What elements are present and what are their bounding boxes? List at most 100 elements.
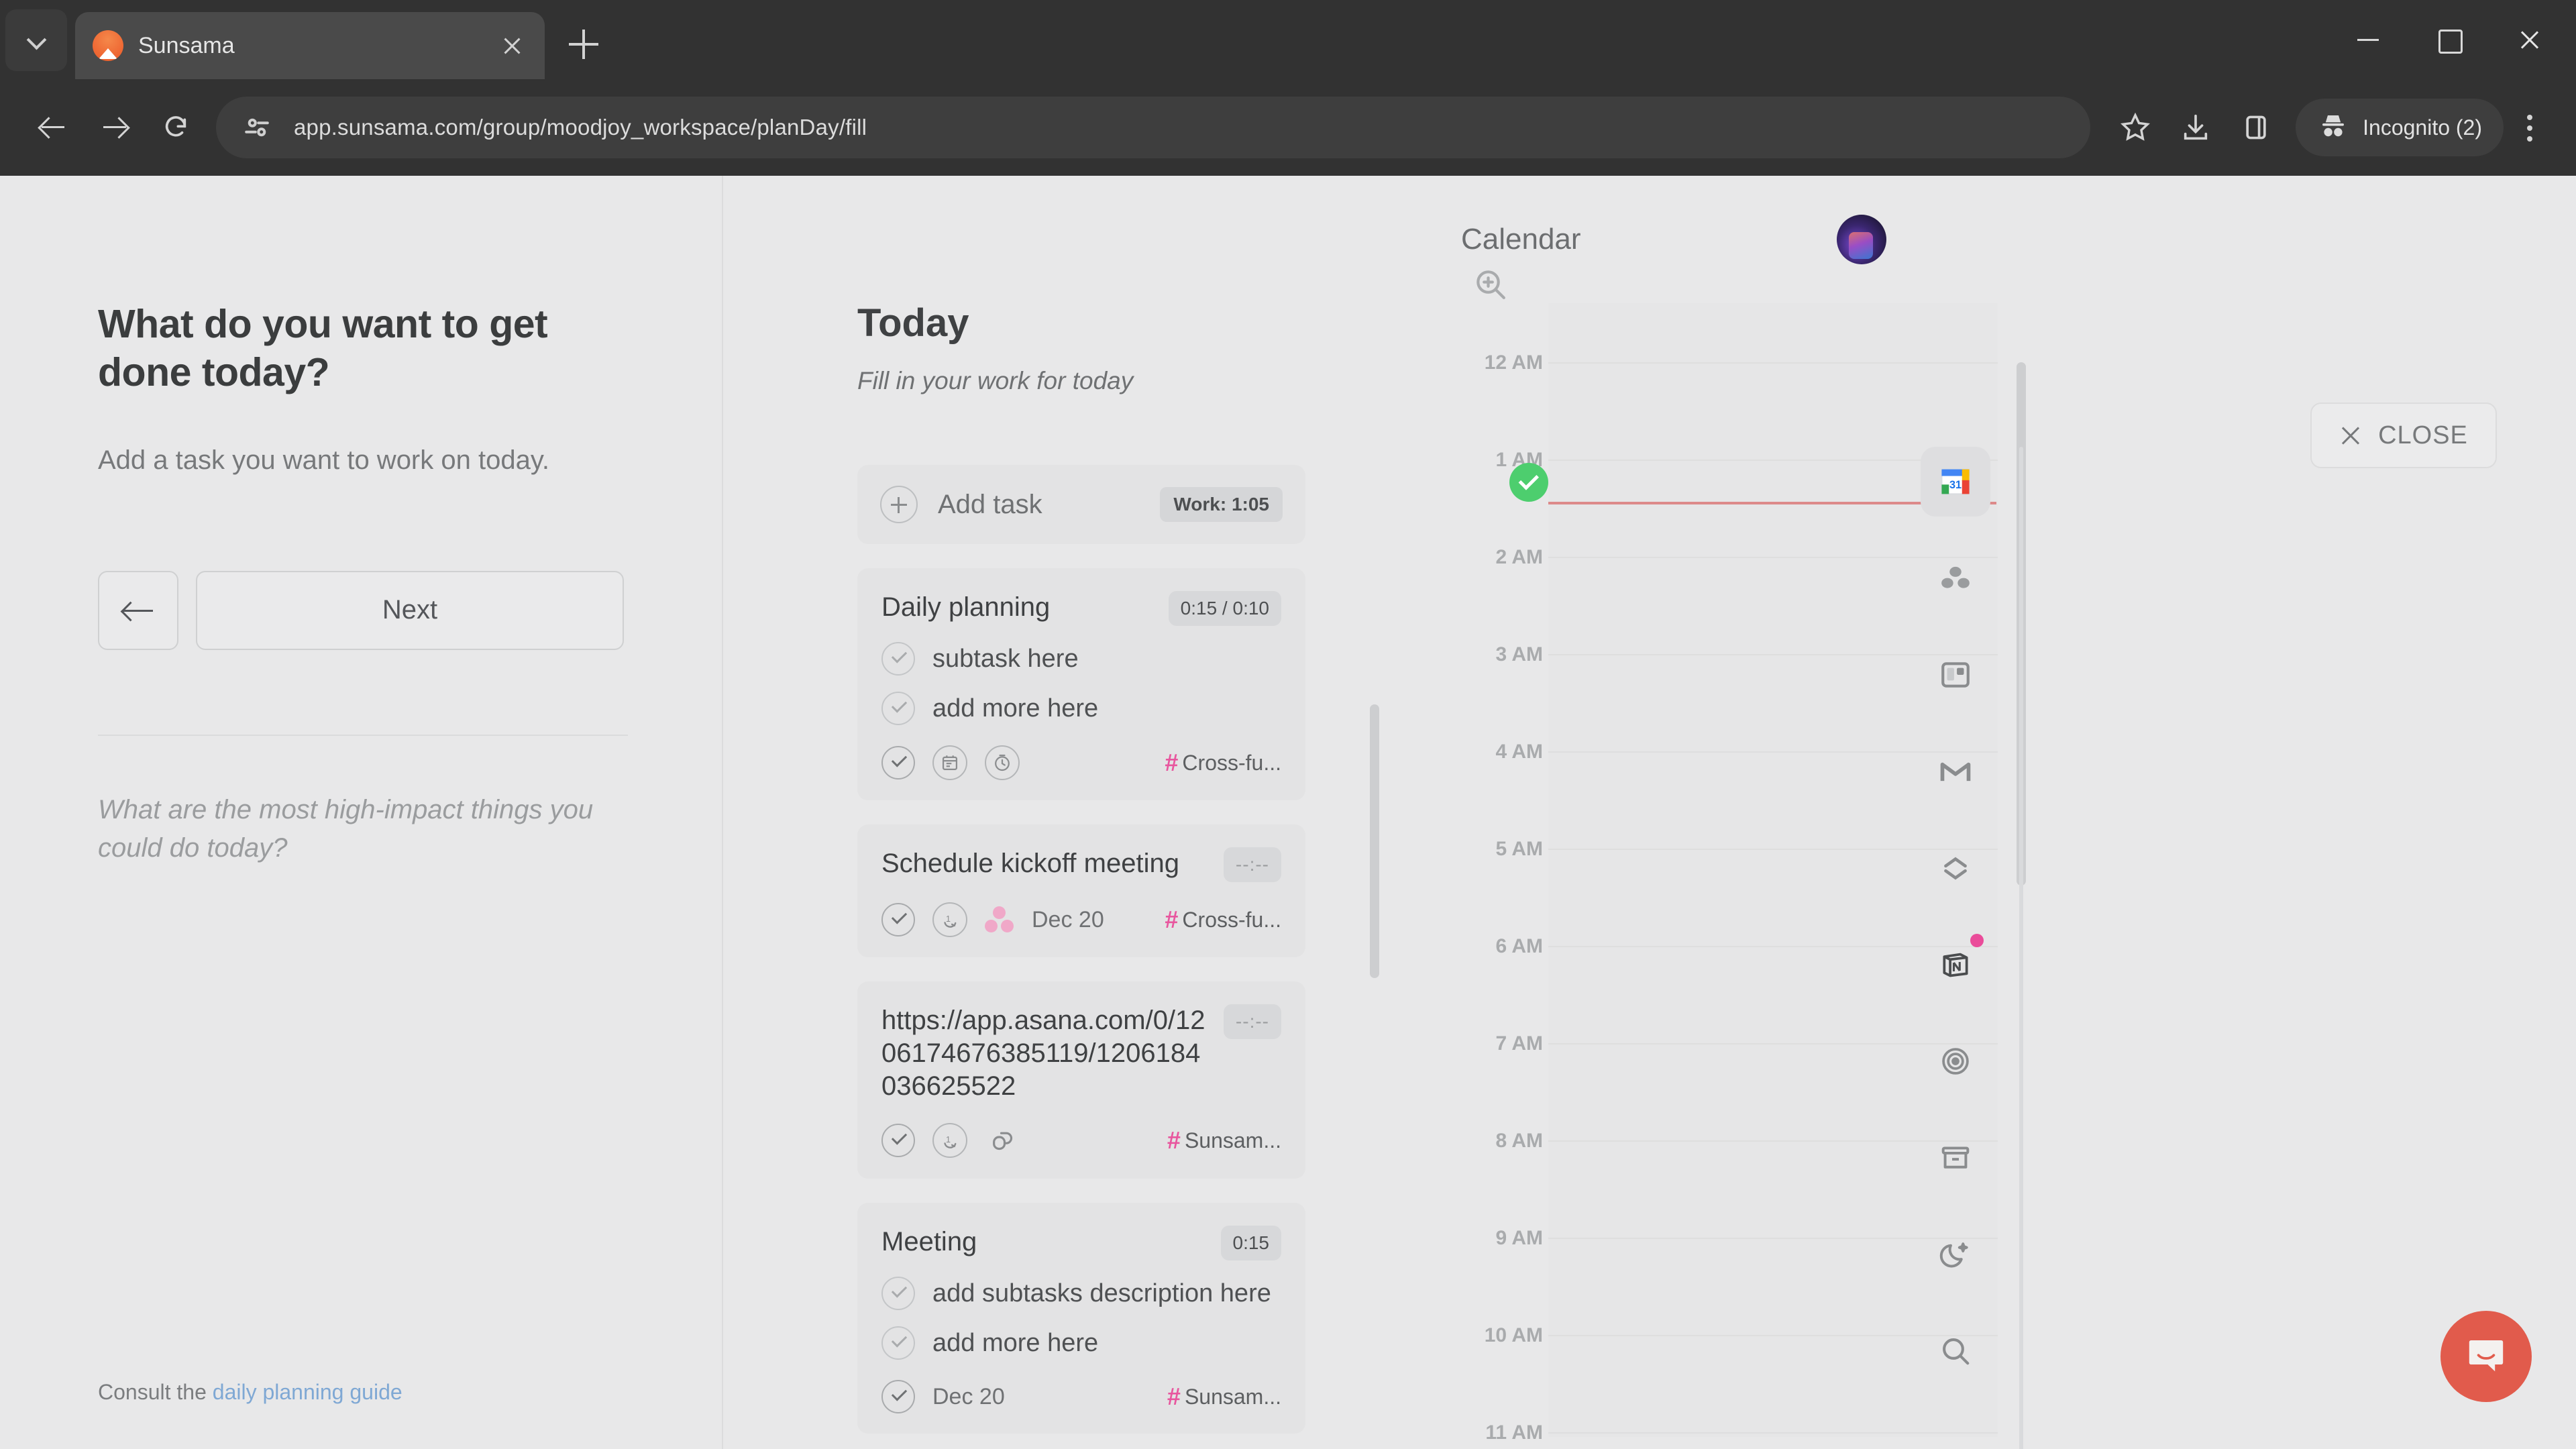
forward-arrow-icon[interactable] <box>85 98 144 157</box>
tasks-panel: Today Fill in your work for today Add ta… <box>723 176 1407 1449</box>
task-time-badge: 0:15 <box>1220 1226 1281 1261</box>
check-circle-icon[interactable] <box>881 642 915 676</box>
window-close-icon[interactable] <box>2489 0 2569 79</box>
task-tag[interactable]: # Sunsam... <box>1167 1126 1281 1155</box>
check-circle-icon[interactable] <box>881 1380 915 1414</box>
svg-text:1: 1 <box>946 914 951 924</box>
back-arrow-icon <box>122 601 154 620</box>
close-button[interactable]: CLOSE <box>2310 402 2497 468</box>
check-circle-icon[interactable] <box>881 1124 915 1158</box>
close-icon <box>2339 424 2362 447</box>
link-icon[interactable] <box>985 1122 1021 1159</box>
close-icon[interactable] <box>496 30 527 61</box>
notion-icon[interactable] <box>1921 930 1990 1000</box>
check-circle-icon[interactable] <box>881 903 915 936</box>
svg-text:1: 1 <box>946 1136 951 1145</box>
site-settings-icon[interactable] <box>239 109 275 146</box>
task-card[interactable]: Meeting 0:15 add subtasks description he… <box>857 1203 1305 1434</box>
gmail-icon[interactable] <box>1921 737 1990 806</box>
task-title: https://app.asana.com/0/1206174676385119… <box>881 1006 1205 1101</box>
trello-icon[interactable] <box>1921 640 1990 710</box>
task-tag[interactable]: # Sunsam... <box>1167 1383 1281 1411</box>
intercom-chat-button[interactable] <box>2440 1311 2532 1402</box>
notification-dot <box>1970 934 1984 947</box>
hash-icon: # <box>1165 749 1179 776</box>
new-tab-button[interactable] <box>559 20 608 68</box>
calendar-hour-label: 2 AM <box>1495 546 1543 568</box>
sunsama-logo-icon <box>93 30 123 61</box>
task-tag-label: Sunsam... <box>1184 1384 1281 1409</box>
clock-icon[interactable] <box>985 745 1020 780</box>
archive-icon[interactable] <box>1921 1123 1990 1193</box>
search-icon[interactable] <box>1921 1316 1990 1386</box>
task-tag[interactable]: # Cross-fu... <box>1165 906 1281 934</box>
kebab-menu-icon[interactable] <box>2506 99 2553 156</box>
task-tag[interactable]: # Cross-fu... <box>1165 749 1281 777</box>
maximize-icon[interactable] <box>2408 0 2489 79</box>
back-arrow-icon[interactable] <box>23 98 82 157</box>
incognito-indicator[interactable]: Incognito (2) <box>2296 99 2504 156</box>
subtask-item[interactable]: add more here <box>881 1326 1281 1360</box>
close-label: CLOSE <box>2378 421 2468 449</box>
task-date: Dec 20 <box>1032 906 1104 932</box>
subtask-item[interactable]: add subtasks description here <box>881 1277 1281 1311</box>
recurring-icon[interactable]: 1 <box>932 1123 967 1159</box>
chevron-down-icon <box>26 30 46 50</box>
task-card[interactable]: Schedule kickoff meeting --:-- 1 Dec 20 <box>857 824 1305 957</box>
task-card[interactable]: https://app.asana.com/0/1206174676385119… <box>857 981 1305 1179</box>
recurring-icon[interactable]: 1 <box>932 902 967 937</box>
target-icon[interactable] <box>1921 1026 1990 1096</box>
address-bar[interactable]: app.sunsama.com/group/moodjoy_workspace/… <box>216 97 2091 158</box>
back-button[interactable] <box>98 570 178 650</box>
calendar-hour-label: 11 AM <box>1485 1421 1543 1444</box>
google-calendar-icon[interactable]: 31 <box>1921 447 1990 517</box>
plus-circle-icon <box>880 486 918 523</box>
onboarding-panel: What do you want to get done today? Add … <box>0 176 723 1449</box>
star-icon[interactable] <box>2106 99 2164 156</box>
task-time-badge: --:-- <box>1223 1004 1281 1039</box>
subtask-label: add more here <box>932 694 1099 722</box>
next-button[interactable]: Next <box>196 570 624 650</box>
check-badge-icon[interactable] <box>1509 463 1548 502</box>
app-page: What do you want to get done today? Add … <box>0 176 2576 1449</box>
calendar-hour-label: 8 AM <box>1495 1130 1543 1152</box>
download-icon[interactable] <box>2167 99 2224 156</box>
url-text: app.sunsama.com/group/moodjoy_workspace/… <box>294 115 867 140</box>
minimize-icon[interactable] <box>2328 0 2408 79</box>
calendar-hour-label: 5 AM <box>1495 838 1543 860</box>
work-total-badge: Work: 1:05 <box>1160 487 1283 522</box>
sync-icon[interactable] <box>1921 833 1990 903</box>
tab-search-button[interactable] <box>5 9 67 71</box>
hash-icon: # <box>1165 906 1179 933</box>
asana-icon[interactable] <box>985 905 1014 934</box>
onboarding-hint: What are the most high-impact things you… <box>98 794 594 863</box>
browser-tab[interactable]: Sunsama <box>75 12 545 79</box>
tasks-scrollbar[interactable] <box>1370 704 1379 978</box>
calendar-icon[interactable] <box>932 745 967 780</box>
onboarding-subtitle: Add a task you want to work on today. <box>98 445 549 475</box>
check-circle-icon[interactable] <box>881 1277 915 1311</box>
side-panel-icon[interactable] <box>2227 99 2285 156</box>
add-task-row[interactable]: Add task Work: 1:05 <box>857 465 1305 544</box>
user-avatar[interactable] <box>1837 215 1886 264</box>
zoom-in-icon[interactable] <box>1472 266 1509 303</box>
calendar-hour-label: 6 AM <box>1495 935 1543 957</box>
add-integration-button[interactable] <box>1921 1442 1990 1449</box>
check-circle-icon[interactable] <box>881 692 915 725</box>
calendar-hour-label: 7 AM <box>1495 1032 1543 1055</box>
task-title: Schedule kickoff meeting <box>881 849 1179 878</box>
subtask-item[interactable]: subtask here <box>881 642 1281 676</box>
check-circle-icon[interactable] <box>881 746 915 780</box>
task-title: Meeting <box>881 1227 977 1257</box>
subtask-label: add subtasks description here <box>932 1279 1271 1307</box>
night-mode-icon[interactable] <box>1921 1220 1990 1289</box>
check-circle-icon[interactable] <box>881 1326 915 1360</box>
task-time-badge: 0:15 / 0:10 <box>1168 591 1281 626</box>
task-date: Dec 20 <box>932 1383 1005 1409</box>
subtask-item[interactable]: add more here <box>881 692 1281 725</box>
reload-icon[interactable] <box>146 98 205 157</box>
asana-icon[interactable] <box>1921 543 1990 613</box>
task-tag-label: Sunsam... <box>1184 1128 1281 1152</box>
task-card[interactable]: Daily planning 0:15 / 0:10 subtask here … <box>857 568 1305 800</box>
daily-planning-guide-link[interactable]: daily planning guide <box>213 1380 402 1404</box>
